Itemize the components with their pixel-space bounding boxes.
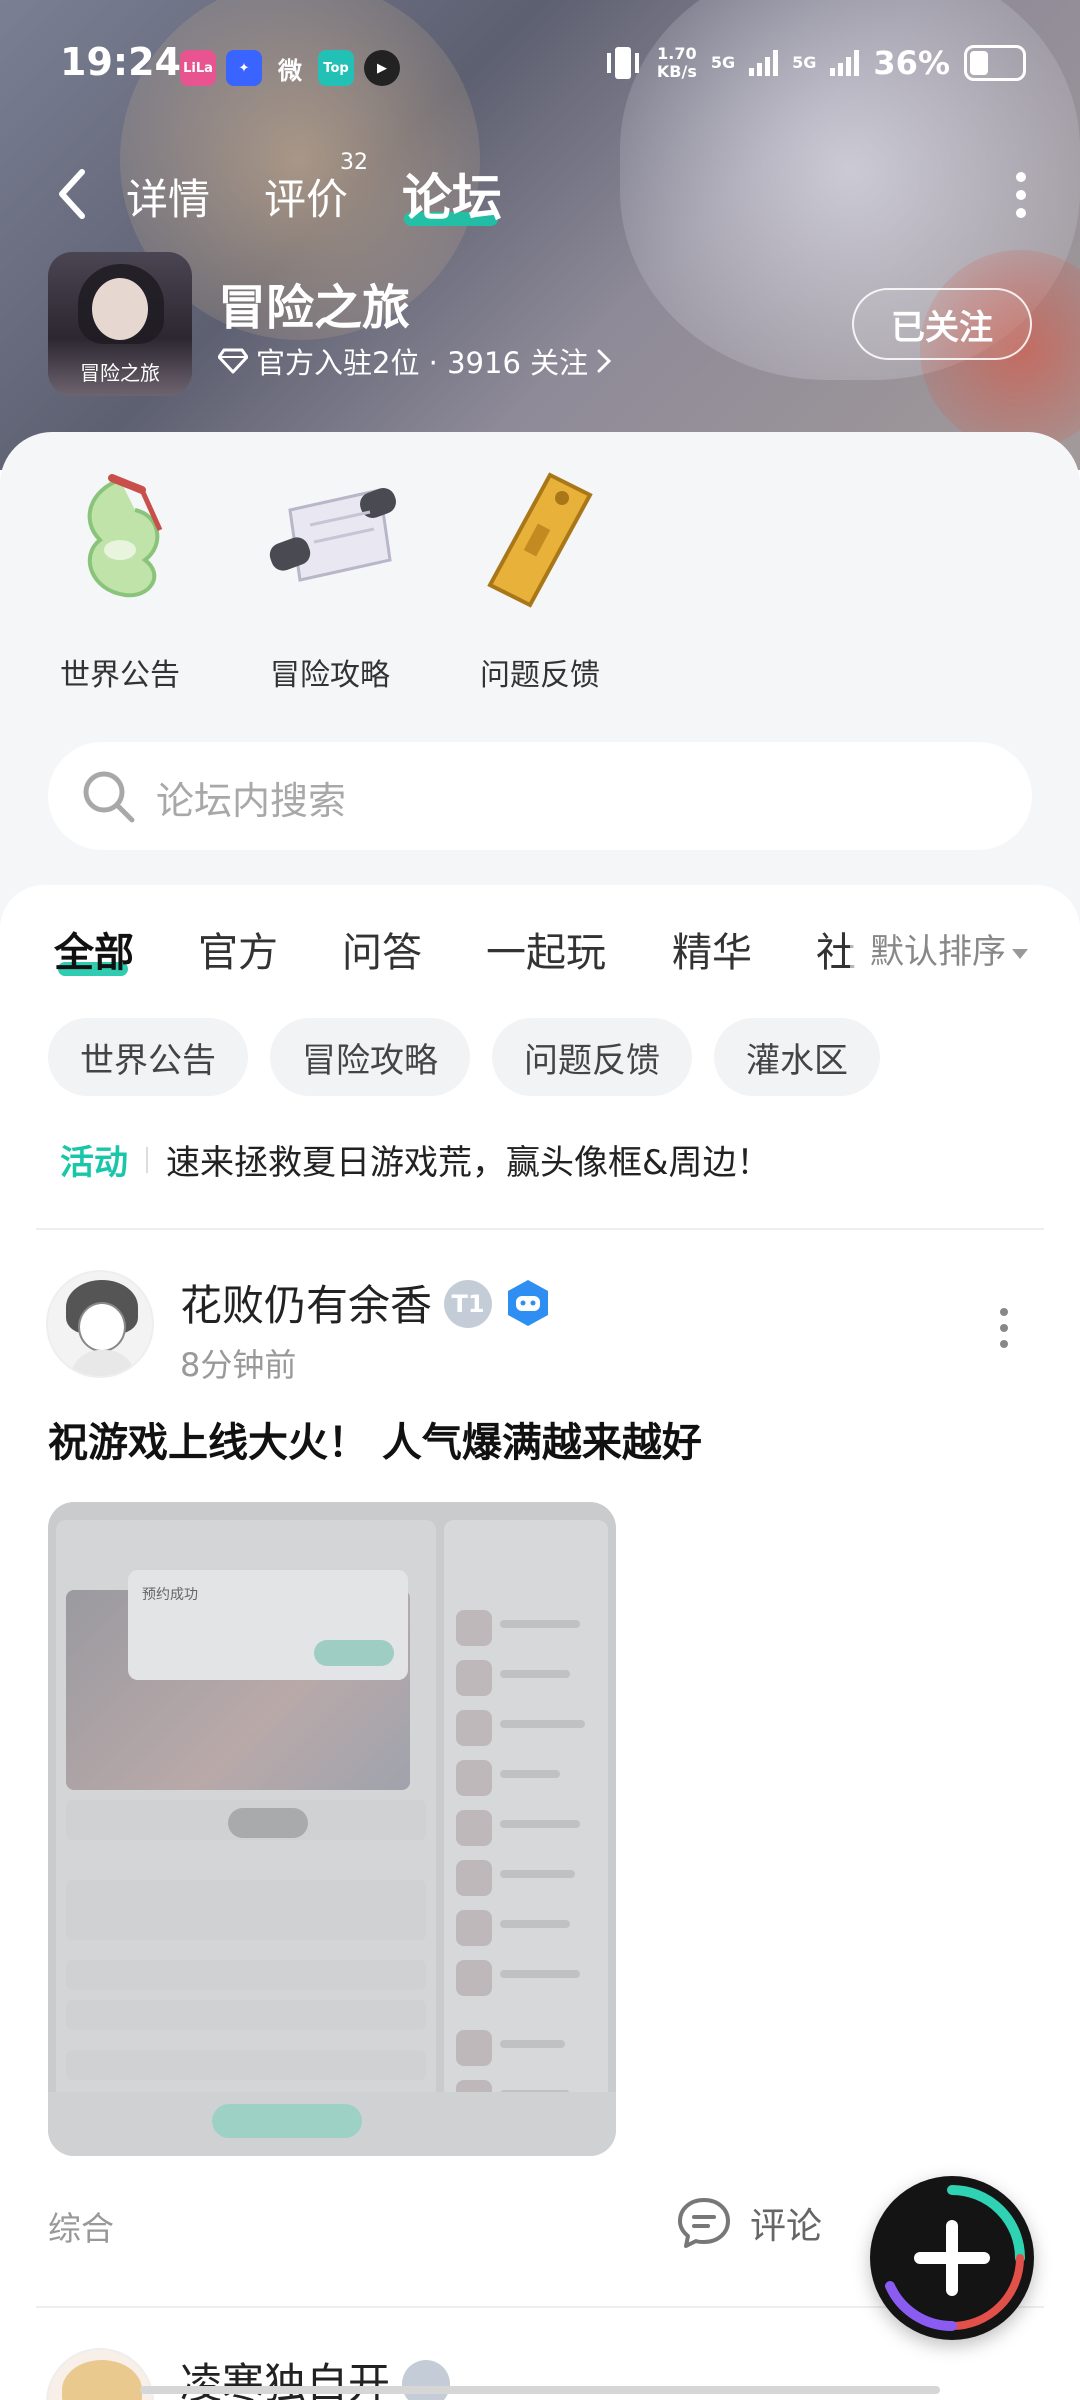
category-tabs: 全部 官方 问答 一起玩 精华 社 默认排序 — [0, 920, 1080, 1000]
level-badge-icon — [402, 2360, 450, 2400]
top-app-icon: Top — [318, 50, 354, 86]
signal-icon — [749, 50, 779, 76]
post-more-icon[interactable] — [998, 1308, 1010, 1348]
category-all[interactable]: 全部 — [54, 920, 134, 978]
post-category-tag[interactable]: 综合 — [48, 2202, 114, 2250]
post-title[interactable]: 祝游戏上线大火！ 人气爆满越来越好 — [48, 1410, 702, 1468]
reviews-count-badge: 32 — [340, 150, 368, 175]
diamond-icon — [218, 348, 248, 374]
tab-details[interactable]: 详情 — [126, 166, 210, 227]
play-app-icon: ▶ — [364, 50, 400, 86]
status-time: 19:24 — [60, 40, 181, 84]
quick-link-announcement[interactable]: 世界公告 — [40, 470, 200, 694]
status-app-icons: LiLa ✦ 微 Top ▶ — [180, 50, 400, 86]
category-official[interactable]: 官方 — [198, 920, 278, 978]
chip-feedback[interactable]: 问题反馈 — [492, 1018, 692, 1096]
game-meta-link[interactable]: 官方入驻2位 · 3916 关注 — [218, 340, 612, 382]
back-arrow-icon[interactable] — [52, 164, 92, 224]
wooden-plank-icon — [487, 472, 593, 608]
more-options-icon[interactable] — [1016, 172, 1028, 218]
game-icon-label: 冒险之旅 — [80, 361, 160, 385]
status-bar: 19:24 LiLa ✦ 微 Top ▶ 1.70 KB/s 5G 5G 36% — [0, 0, 1080, 130]
post-author[interactable]: 花败仍有余香 — [180, 1272, 432, 1333]
app-star-icon: ✦ — [226, 50, 262, 86]
category-qa[interactable]: 问答 — [342, 920, 422, 978]
tab-reviews[interactable]: 评价 — [264, 166, 348, 227]
create-post-button[interactable] — [870, 2176, 1034, 2340]
player-badge-icon — [508, 1280, 548, 1326]
chip-guide[interactable]: 冒险攻略 — [270, 1018, 470, 1096]
game-icon[interactable]: 冒险之旅 — [48, 252, 192, 396]
comment-icon — [678, 2198, 730, 2248]
sub-category-chips: 世界公告 冒险攻略 问题反馈 灌水区 — [48, 1018, 880, 1096]
net-speed: 1.70 KB/s — [656, 44, 697, 81]
tab-forum[interactable]: 论坛 — [402, 158, 502, 230]
top-nav: 详情 评价 32 论坛 — [0, 150, 1080, 240]
image-dialog-title: 预约成功 — [142, 1587, 198, 1603]
scroll-icon — [269, 488, 396, 582]
divider — [36, 1228, 1044, 1230]
battery-icon — [964, 45, 1026, 81]
quick-link-guide[interactable]: 冒险攻略 — [250, 470, 410, 694]
jade-pendant-icon — [87, 474, 163, 598]
net-type-2: 5G — [792, 53, 817, 72]
follow-button[interactable]: 已关注 — [852, 288, 1032, 360]
level-badge-icon: T1 — [444, 1280, 492, 1328]
quick-links: 世界公告 冒险攻略 问题反馈 — [0, 470, 1080, 700]
quick-link-feedback[interactable]: 问题反馈 — [460, 470, 620, 694]
dropdown-arrow-icon — [1012, 948, 1028, 959]
signal-icon-2 — [830, 50, 860, 76]
sort-dropdown[interactable]: 默认排序 — [850, 924, 1028, 973]
chevron-right-icon — [597, 349, 612, 373]
weibo-icon: 微 — [278, 56, 302, 85]
net-type-1: 5G — [710, 53, 736, 72]
activity-text: 速来拯救夏日游戏荒，赢头像框&周边！ — [166, 1143, 771, 1183]
home-indicator[interactable] — [140, 2386, 940, 2394]
comment-label: 评论 — [750, 2206, 823, 2247]
category-play-together[interactable]: 一起玩 — [486, 920, 606, 978]
forum-search-input[interactable]: 论坛内搜索 — [48, 742, 1032, 850]
game-meta-text: 官方入驻2位 · 3916 关注 — [256, 346, 589, 380]
game-title: 冒险之旅 — [218, 280, 411, 336]
activity-banner[interactable]: 活动 速来拯救夏日游戏荒，赢头像框&周边！ — [60, 1135, 771, 1184]
image-dialog: 预约成功 — [128, 1570, 408, 1680]
search-placeholder: 论坛内搜索 — [156, 779, 347, 823]
post-image[interactable]: 预约成功 — [48, 1502, 616, 2156]
vibrate-icon — [606, 47, 639, 79]
category-featured[interactable]: 精华 — [672, 920, 752, 978]
post-time: 8分钟前 — [180, 1346, 297, 1384]
status-indicators: 1.70 KB/s 5G 5G 36% — [603, 44, 1026, 82]
lofter-app-icon: LiLa — [180, 50, 216, 86]
comment-button[interactable]: 评论 — [676, 2196, 822, 2250]
chip-chat[interactable]: 灌水区 — [714, 1018, 880, 1096]
search-icon — [83, 771, 135, 823]
activity-tag: 活动 — [60, 1143, 128, 1183]
avatar[interactable] — [46, 1270, 154, 1378]
battery-percent: 36% — [873, 44, 950, 82]
chip-announcement[interactable]: 世界公告 — [48, 1018, 248, 1096]
